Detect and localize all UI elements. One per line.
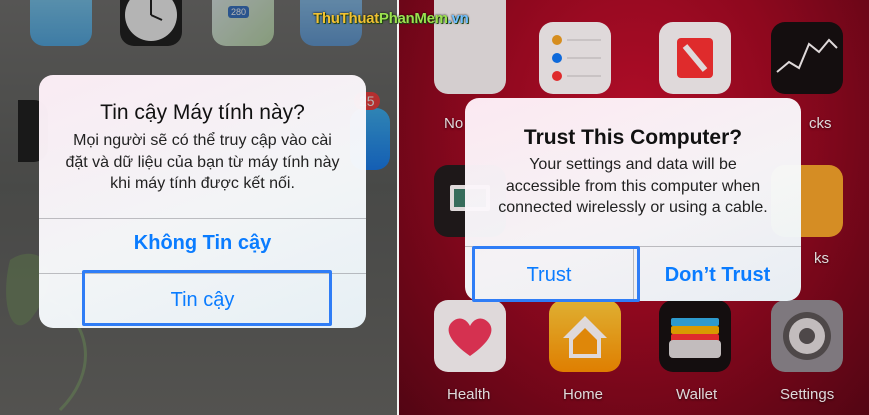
watermark-part: Thuat [339,10,380,27]
right-screenshot-panel: No cks ks Health Home Wallet Settings Tr… [399,0,869,415]
message-line: connected wirelessly or using a cable. [498,199,768,217]
watermark-part: Thu [313,10,340,27]
watermark-part: .vn [447,10,469,27]
message-line: đặt và dữ liệu của bạn từ máy tính này [65,153,340,171]
dialog-title: Tin cậy Máy tính này? [100,101,305,124]
message-line: khi máy tính được kết nối. [110,175,295,193]
message-line: accessible from this computer when [505,177,761,195]
dialog-message: Your settings and data will be accessibl… [479,154,787,219]
message-line: Your settings and data will be [529,156,737,173]
watermark: ThuThuatPhanMem.vn [313,10,469,27]
dialog-message: Mọi người sẽ có thể truy cập vào cài đặt… [53,130,352,195]
message-line: Mọi người sẽ có thể truy cập vào cài [73,132,332,149]
highlight-box [82,270,332,326]
separator [39,218,366,219]
highlight-box [472,246,640,302]
dialog-title: Trust This Computer? [523,126,743,149]
dont-trust-button[interactable]: Don’t Trust [634,264,801,287]
left-screenshot-panel: 280 25 Tin cậy Máy tính này? Mọi người s… [0,0,397,415]
watermark-part: PhanMem [378,10,448,27]
dont-trust-button[interactable]: Không Tin cậy [39,232,366,255]
